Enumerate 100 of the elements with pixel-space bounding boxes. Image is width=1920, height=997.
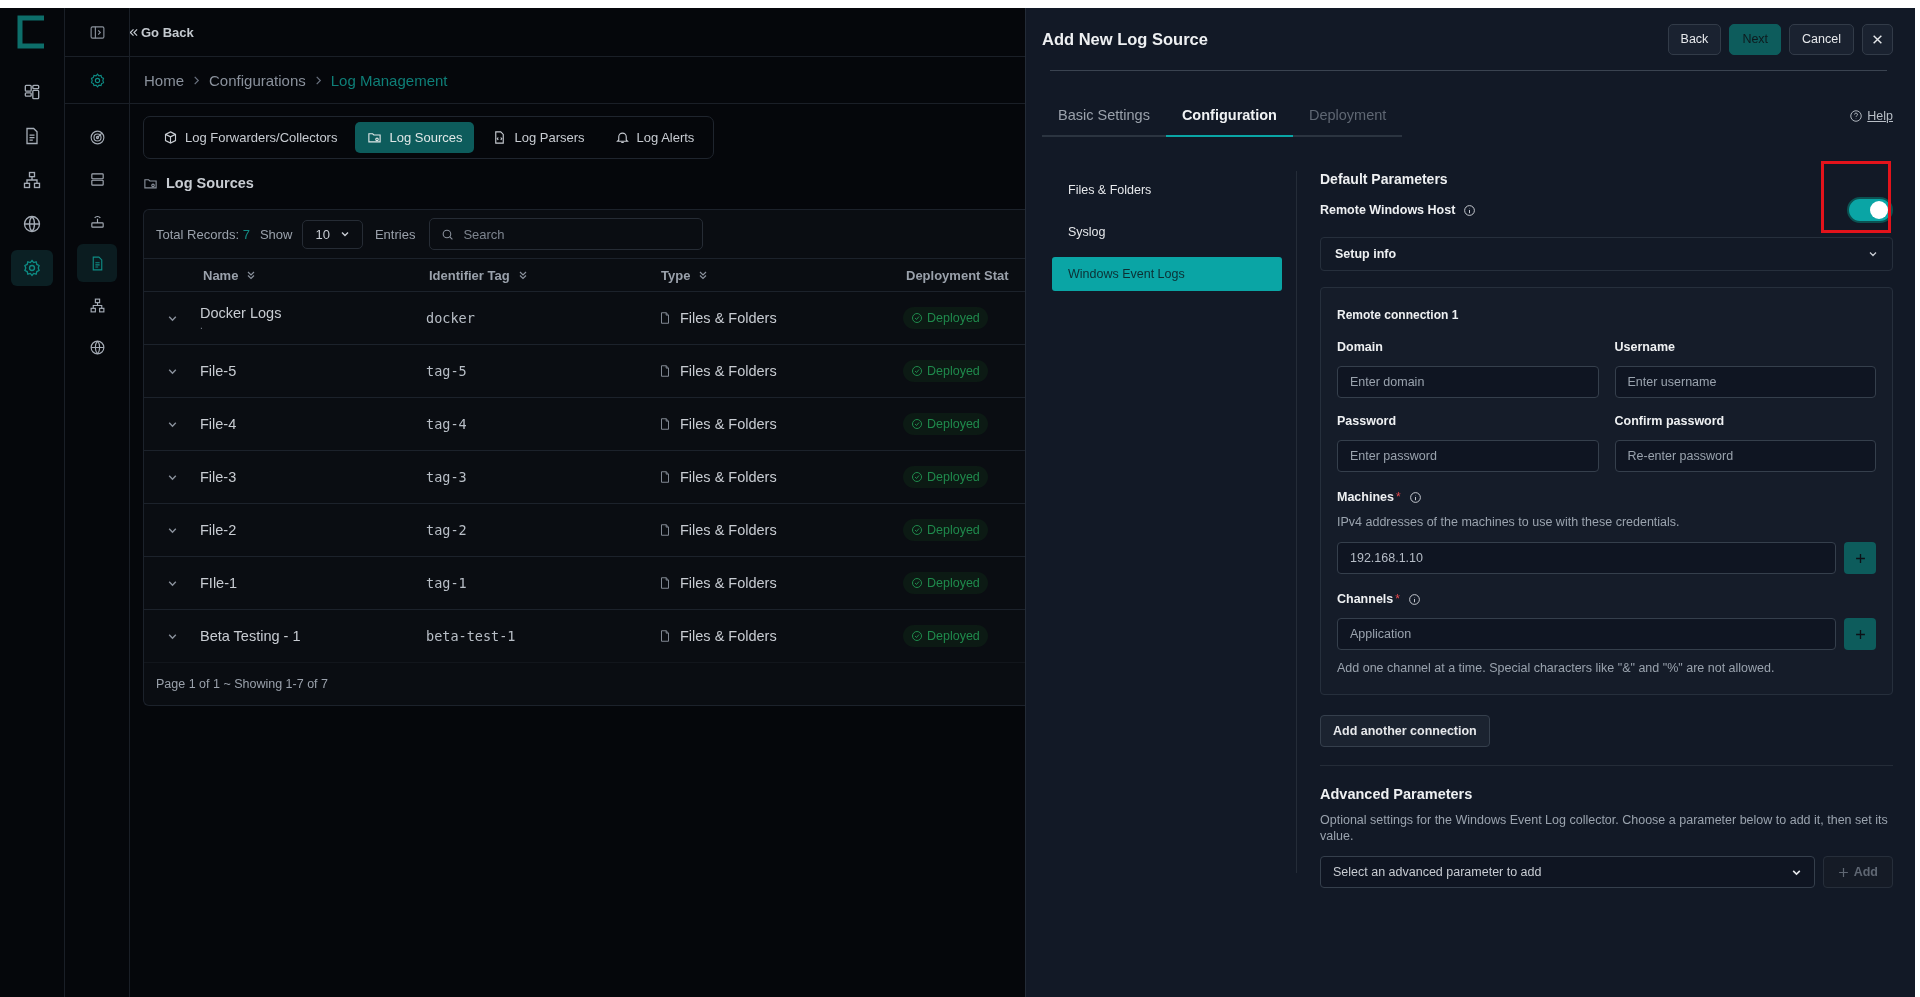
machine-field[interactable]: 192.168.1.10: [1337, 542, 1836, 574]
page-size-select[interactable]: 10: [302, 219, 363, 249]
logo-icon: [17, 15, 47, 49]
document-nav-item[interactable]: [77, 244, 117, 282]
connection-title: Remote connection 1: [1337, 308, 1460, 322]
caret-icon: [339, 229, 350, 239]
breadcrumb-link[interactable]: Log Management: [330, 71, 448, 89]
folder-icon: [367, 130, 383, 145]
sort-icon[interactable]: [246, 270, 257, 280]
status-badge: Deployed: [903, 572, 988, 594]
field-label: Channels: [1337, 592, 1394, 606]
required-mark: *: [1395, 490, 1401, 504]
panel-button[interactable]: Back: [1667, 23, 1722, 55]
section-tab[interactable]: Log Parsers: [480, 122, 597, 153]
settings-nav-item[interactable]: [11, 250, 53, 286]
text-field[interactable]: Enter domain: [1337, 366, 1599, 398]
section-heading: Default Parameters: [1320, 171, 1449, 187]
file-icon: [658, 629, 672, 643]
table-cell: Beta Testing - 1: [200, 628, 301, 644]
file-icon: [658, 523, 672, 537]
column-header[interactable]: Name: [203, 267, 239, 283]
source-type-item[interactable]: Files & Folders: [1052, 173, 1282, 207]
setup-info-dropdown[interactable]: Setup info: [1320, 237, 1893, 271]
settings-icon[interactable]: [88, 71, 106, 89]
field-label: Confirm password: [1614, 414, 1726, 428]
check-circle-icon: [911, 630, 923, 642]
column-header[interactable]: Deployment Stat: [906, 267, 1009, 283]
globe-icon[interactable]: [88, 338, 106, 356]
check-circle-icon: [911, 577, 923, 589]
field-label: Username: [1614, 340, 1676, 354]
panel-tab[interactable]: Basic Settings: [1042, 99, 1166, 137]
table-cell: tag-1: [426, 575, 467, 591]
column-header[interactable]: Type: [661, 267, 691, 283]
row-description: .: [200, 321, 203, 331]
close-button[interactable]: [1862, 23, 1893, 55]
parameter-select[interactable]: Select an advanced parameter to add: [1320, 856, 1815, 888]
total-records-text: Total Records: 7: [156, 226, 250, 242]
table-cell: File-5: [200, 363, 237, 379]
dashboard-icon[interactable]: [22, 82, 42, 102]
field-label: Password: [1337, 414, 1398, 428]
show-label: Show: [259, 226, 293, 242]
panel-button[interactable]: Cancel: [1789, 23, 1854, 55]
check-circle-icon: [911, 418, 923, 430]
file-icon: [658, 470, 672, 484]
panel-tab[interactable]: Configuration: [1165, 99, 1293, 137]
table-cell: docker: [426, 310, 475, 326]
column-header[interactable]: Identifier Tag: [429, 267, 510, 283]
required-mark: *: [1395, 592, 1400, 606]
radar-icon[interactable]: [88, 128, 106, 146]
plus-icon: [1837, 866, 1849, 878]
table-cell: beta-test-1: [426, 628, 516, 644]
source-type-item[interactable]: Windows Event Logs: [1052, 257, 1282, 291]
search-field[interactable]: Search: [429, 218, 704, 250]
toggle-switch[interactable]: [1847, 197, 1893, 223]
text-field[interactable]: Re-enter password: [1614, 440, 1876, 472]
section-description: Optional settings for the Windows Event Log collector. Choose a parameter below to add it, then set its value.: [1320, 812, 1889, 844]
plus-icon: [1854, 628, 1866, 640]
box-icon: [163, 130, 178, 145]
file-icon: [658, 311, 672, 325]
sort-icon[interactable]: [698, 270, 709, 280]
text-field[interactable]: Enter username: [1614, 366, 1876, 398]
network-icon[interactable]: [22, 170, 42, 190]
text-field[interactable]: Enter password: [1337, 440, 1599, 472]
table-cell: tag-3: [426, 469, 467, 485]
chevron-icon: [313, 75, 323, 85]
file-icon: [658, 576, 672, 590]
bell-icon: [614, 130, 630, 145]
settings-icon[interactable]: [22, 258, 42, 278]
field-label: Domain: [1337, 340, 1384, 354]
go-back-link[interactable]: Go Back: [130, 24, 194, 40]
field-help-text: IPv4 addresses of the machines to use with these credentials.: [1337, 514, 1681, 530]
info-icon: [1408, 490, 1422, 504]
section-tab[interactable]: Log Forwarders/Collectors: [151, 122, 350, 153]
breadcrumb-link[interactable]: Home: [144, 71, 184, 89]
close-icon: [1872, 33, 1883, 45]
table-cell: Files & Folders: [680, 628, 777, 644]
sidebar-toggle-icon[interactable]: [88, 23, 106, 41]
source-type-item[interactable]: Syslog: [1052, 215, 1282, 249]
info-icon: [1463, 203, 1477, 217]
status-badge: Deployed: [903, 413, 988, 435]
info-icon: [1407, 592, 1421, 606]
breadcrumb-link[interactable]: Configurations: [209, 71, 306, 89]
table-cell: tag-4: [426, 416, 467, 432]
section-tab[interactable]: Log Sources: [355, 122, 475, 153]
channel-field[interactable]: Application: [1337, 618, 1836, 650]
check-circle-icon: [911, 312, 923, 324]
network-icon[interactable]: [88, 296, 106, 314]
server-icon[interactable]: [88, 170, 106, 188]
section-tab[interactable]: Log Alerts: [602, 122, 707, 153]
help-link[interactable]: Help: [1849, 109, 1893, 123]
add-connection-button[interactable]: Add another connection: [1320, 715, 1490, 747]
file-icon: [658, 417, 672, 431]
globe-icon[interactable]: [22, 214, 42, 234]
chevron-icon: [192, 75, 201, 85]
sort-icon[interactable]: [517, 270, 528, 280]
table-cell: File-3: [200, 469, 237, 485]
field-help-text: Add one channel at a time. Special characters like "&" and "%" are not allowed.: [1337, 660, 1776, 676]
status-badge: Deployed: [903, 519, 988, 541]
file-icon: [658, 364, 672, 378]
table-cell: Files & Folders: [680, 363, 777, 379]
